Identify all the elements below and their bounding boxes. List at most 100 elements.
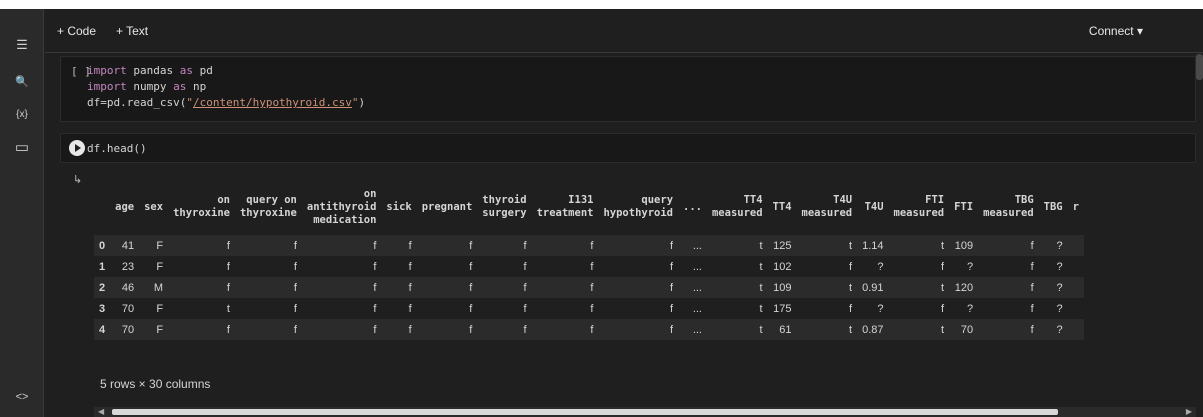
table-cell: f	[941, 260, 945, 273]
table-cell: 109	[773, 281, 792, 294]
cell-code[interactable]: import pandas as pd import numpy as np d…	[87, 63, 365, 111]
table-cell: f	[293, 239, 297, 252]
table-cell: ?	[1056, 323, 1063, 336]
add-code-button[interactable]: + Code	[57, 24, 96, 38]
table-cell: ...	[692, 260, 702, 273]
column-header: FTI measured	[893, 194, 945, 219]
row-index: 2	[99, 281, 106, 294]
table-cell: ?	[1056, 260, 1063, 273]
code-text: numpy	[126, 80, 174, 93]
variables-icon[interactable]: {x}	[12, 104, 32, 124]
file-path-link[interactable]: /content/hypothyroid.csv	[193, 96, 352, 109]
string-quote: "	[186, 96, 193, 109]
table-cell: 70	[960, 323, 974, 336]
scroll-left-icon[interactable]: ◀	[98, 407, 104, 416]
table-cell: M	[153, 281, 164, 294]
run-cell-button[interactable]	[69, 140, 85, 156]
table-cell: 23	[121, 260, 135, 273]
table-cell: ...	[692, 323, 702, 336]
play-icon	[75, 144, 81, 152]
table-cell: f	[469, 239, 473, 252]
table-of-contents-icon[interactable]: ☰	[12, 35, 32, 55]
table-cell: f	[590, 323, 594, 336]
code-cell-import[interactable]: [ ] import pandas as pd import numpy as …	[60, 56, 1196, 122]
table-header-row: age sex on thyroxine query on thyroxine on anti…	[94, 179, 1084, 235]
scroll-right-icon[interactable]: ▶	[1186, 407, 1192, 416]
table-cell: ?	[966, 260, 974, 273]
table-cell: f	[1030, 239, 1034, 252]
vertical-scrollbar[interactable]	[1196, 54, 1203, 80]
table-cell: f	[523, 323, 527, 336]
table-cell: f	[469, 260, 473, 273]
table-cell: f	[373, 260, 377, 273]
connect-label: Connect	[1088, 24, 1134, 38]
table-cell: f	[669, 281, 674, 294]
table-cell: f	[373, 323, 377, 336]
table-row: 0 41 Ff f f f f f f f... t 125 t 1.14 t 109 f?	[94, 235, 1084, 256]
table-cell: f	[849, 260, 853, 273]
table-cell	[1068, 256, 1084, 277]
code-text: pd	[192, 64, 213, 77]
table-cell: f	[226, 260, 230, 273]
table-cell: t	[941, 281, 945, 294]
table-cell: ?	[877, 260, 884, 273]
add-text-button[interactable]: + Text	[116, 24, 148, 38]
table-cell: 70	[121, 323, 135, 336]
column-header: query on thyroxine	[239, 194, 297, 219]
table-cell: t	[759, 239, 763, 252]
table-cell: 70	[121, 302, 135, 315]
table-cell: f	[941, 302, 945, 315]
column-header: pregnant	[421, 200, 473, 213]
table-row: 1 23 Ff f f f f f f f... t 102 f? f? f?	[94, 256, 1084, 277]
table-cell: t	[849, 239, 853, 252]
column-header: T4U measured	[801, 194, 853, 219]
table-cell: f	[523, 302, 527, 315]
connect-button[interactable]: Connect ▾	[1089, 24, 1143, 38]
dataframe-table: age sex on thyroxine query on thyroxine on anti…	[94, 179, 1084, 340]
table-cell: f	[1030, 260, 1034, 273]
row-index: 3	[99, 302, 106, 315]
horizontal-scrollbar[interactable]: ◀ ▶	[94, 407, 1196, 417]
column-header: TBG measured	[983, 194, 1034, 219]
code-text: pandas	[126, 64, 180, 77]
table-cell: ?	[1056, 302, 1063, 315]
table-cell: f	[469, 281, 473, 294]
table-cell: 120	[954, 281, 974, 294]
table-cell	[1068, 298, 1084, 319]
table-cell: ...	[692, 281, 702, 294]
table-cell: f	[669, 302, 674, 315]
table-row: 2 46 Mf f f f f f f f... t 109 t 0.91 t 120 f?	[94, 277, 1084, 298]
table-cell: 41	[121, 239, 135, 252]
code-snippets-icon[interactable]: <>	[12, 387, 32, 407]
table-cell: f	[408, 281, 412, 294]
code-text: np	[186, 80, 207, 93]
column-header: r	[1072, 200, 1079, 213]
table-cell: f	[523, 260, 527, 273]
files-icon[interactable]: ▭	[12, 137, 32, 157]
table-cell: 61	[779, 323, 792, 336]
table-cell: ?	[1056, 281, 1063, 294]
table-row: 3 70 Ft f f f f f f f... t 175 f? f? f?	[94, 298, 1084, 319]
search-icon[interactable]: 🔍	[12, 71, 32, 91]
table-cell: 0.91	[862, 281, 884, 294]
scrollbar-thumb[interactable]	[112, 409, 1058, 415]
table-cell: f	[669, 323, 674, 336]
chevron-down-icon: ▾	[1136, 24, 1143, 38]
output-arrow-icon[interactable]: ↳	[73, 173, 82, 186]
column-header	[94, 179, 110, 235]
table-cell: f	[1030, 323, 1034, 336]
cell-code[interactable]: df.head()	[87, 142, 147, 155]
code-cell-head[interactable]: df.head()	[60, 133, 1196, 163]
table-cell	[1068, 277, 1084, 298]
notebook-toolbar: + Code + Text Connect ▾ ^	[45, 9, 1203, 53]
dataframe-shape-text: 5 rows × 30 columns	[100, 377, 211, 391]
table-cell: F	[156, 302, 164, 315]
column-header: on antithyroid medication	[306, 187, 377, 226]
column-header: I131 treatment	[536, 194, 594, 219]
table-cell: f	[1030, 302, 1034, 315]
table-cell: f	[469, 302, 473, 315]
table-cell: f	[226, 323, 230, 336]
table-cell: f	[293, 281, 297, 294]
table-cell: f	[669, 239, 674, 252]
column-header: ...	[683, 200, 702, 213]
